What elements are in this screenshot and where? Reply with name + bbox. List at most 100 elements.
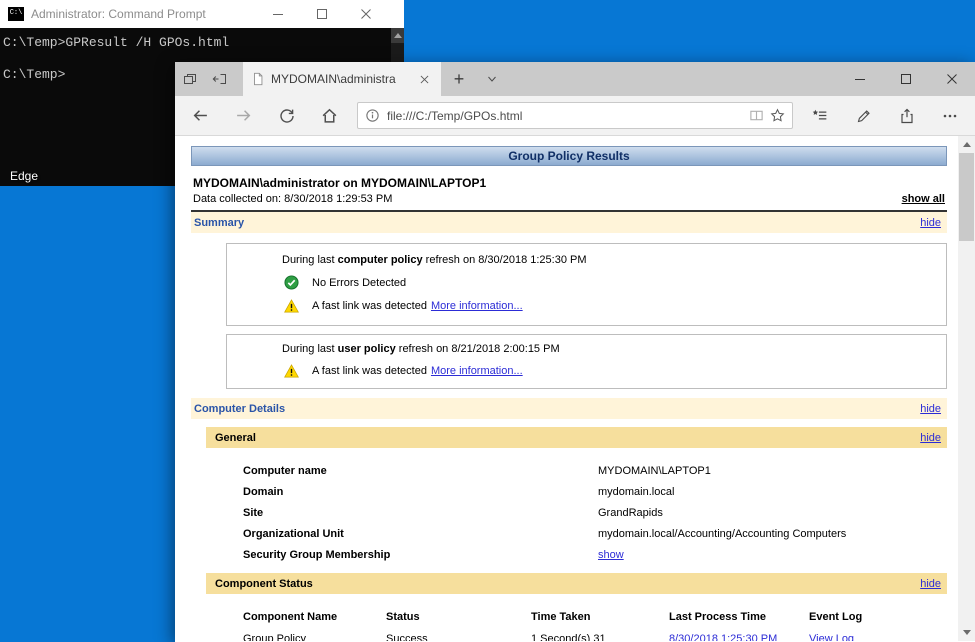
tab-bar: MYDOMAIN\administra + bbox=[175, 62, 975, 96]
more-information-link[interactable]: More information... bbox=[431, 365, 523, 377]
row-value: GrandRapids bbox=[598, 507, 663, 519]
row-value: mydomain.local bbox=[598, 486, 674, 498]
refresh-text-prefix: During last bbox=[282, 254, 338, 266]
refresh-text-bold: user policy bbox=[338, 343, 396, 355]
component-status-label: Component Status bbox=[215, 578, 313, 590]
reading-view-icon bbox=[749, 108, 764, 123]
hub-icon bbox=[812, 107, 829, 124]
refresh-text-suffix: refresh on 8/30/2018 1:25:30 PM bbox=[423, 254, 587, 266]
cmd-close-button[interactable] bbox=[344, 0, 388, 28]
new-tab-button[interactable]: + bbox=[441, 62, 477, 96]
data-collected-text: Data collected on: 8/30/2018 1:29:53 PM bbox=[193, 193, 392, 205]
column-header: Status bbox=[386, 611, 531, 623]
row-label: Security Group Membership bbox=[191, 549, 598, 561]
pen-icon bbox=[856, 108, 872, 124]
column-header: Component Name bbox=[243, 611, 386, 623]
refresh-button[interactable] bbox=[265, 96, 308, 136]
maximize-icon bbox=[316, 8, 328, 20]
report-meta-row: Data collected on: 8/30/2018 1:29:53 PM … bbox=[191, 190, 947, 212]
status-text: A fast link was detected bbox=[312, 365, 427, 377]
status-row-fast-link: A fast link was detected More informatio… bbox=[284, 364, 946, 378]
cmd-maximize-button[interactable] bbox=[300, 0, 344, 28]
cmd-titlebar[interactable]: C:\ Administrator: Command Prompt bbox=[0, 0, 404, 28]
tab-preview-button[interactable] bbox=[175, 62, 205, 96]
refresh-text-suffix: refresh on 8/21/2018 2:00:15 PM bbox=[396, 343, 560, 355]
general-subsection-header[interactable]: General hide bbox=[206, 427, 947, 448]
back-button[interactable] bbox=[179, 96, 222, 136]
minimize-icon bbox=[854, 73, 866, 85]
tab-close-button[interactable] bbox=[415, 70, 433, 88]
more-information-link[interactable]: More information... bbox=[431, 300, 523, 312]
up-arrow-icon bbox=[394, 33, 402, 38]
address-bar[interactable]: file:///C:/Temp/GPOs.html bbox=[357, 102, 793, 129]
scroll-down-button[interactable] bbox=[958, 624, 975, 641]
info-icon bbox=[365, 108, 380, 123]
address-url[interactable]: file:///C:/Temp/GPOs.html bbox=[387, 109, 743, 123]
refresh-icon bbox=[279, 108, 295, 124]
security-group-show-link[interactable]: show bbox=[598, 549, 624, 561]
set-tabs-aside-button[interactable] bbox=[205, 62, 235, 96]
table-row: Domain mydomain.local bbox=[191, 481, 947, 502]
home-button[interactable] bbox=[308, 96, 351, 136]
tab-preview-icon bbox=[182, 71, 198, 87]
edge-maximize-button[interactable] bbox=[883, 62, 929, 96]
more-button[interactable] bbox=[928, 96, 971, 136]
column-header: Time Taken bbox=[531, 611, 669, 623]
share-icon bbox=[899, 108, 915, 124]
edge-browser-window: MYDOMAIN\administra + bbox=[175, 62, 975, 642]
edge-minimize-button[interactable] bbox=[837, 62, 883, 96]
edge-close-button[interactable] bbox=[929, 62, 975, 96]
status-row-no-errors: No Errors Detected bbox=[284, 275, 946, 290]
content-scrollbar[interactable] bbox=[958, 136, 975, 641]
component-status-hide-link[interactable]: hide bbox=[920, 578, 941, 590]
row-value: MYDOMAIN\LAPTOP1 bbox=[598, 465, 711, 477]
scroll-up-button[interactable] bbox=[958, 136, 975, 153]
reading-view-button[interactable] bbox=[749, 108, 764, 123]
home-icon bbox=[321, 107, 338, 124]
general-table: Computer name MYDOMAIN\LAPTOP1 Domain my… bbox=[191, 448, 947, 573]
row-label: Domain bbox=[191, 486, 598, 498]
scrollbar-thumb[interactable] bbox=[959, 153, 974, 241]
desktop-shortcut-edge-label[interactable]: Edge bbox=[10, 169, 38, 183]
status-cell: Success bbox=[386, 633, 531, 641]
tab-list-chevron-button[interactable] bbox=[477, 62, 507, 96]
table-row: Computer name MYDOMAIN\LAPTOP1 bbox=[191, 460, 947, 481]
summary-section-header[interactable]: Summary hide bbox=[191, 212, 947, 233]
general-label: General bbox=[215, 432, 256, 444]
computer-details-hide-link[interactable]: hide bbox=[920, 403, 941, 415]
web-note-button[interactable] bbox=[842, 96, 885, 136]
close-icon bbox=[946, 73, 958, 85]
table-row: Security Group Membership show bbox=[191, 544, 947, 565]
back-arrow-icon bbox=[192, 107, 209, 124]
close-icon bbox=[420, 75, 429, 84]
computer-policy-refresh-text: During last computer policy refresh on 8… bbox=[282, 254, 946, 266]
minimize-icon bbox=[272, 8, 284, 20]
summary-section-label: Summary bbox=[194, 217, 244, 229]
forward-button[interactable] bbox=[222, 96, 265, 136]
refresh-text-bold: computer policy bbox=[338, 254, 423, 266]
edge-window-controls bbox=[837, 62, 975, 96]
tab-title: MYDOMAIN\administra bbox=[271, 72, 409, 86]
computer-details-section-header[interactable]: Computer Details hide bbox=[191, 398, 947, 419]
browser-content: Group Policy Results MYDOMAIN\administra… bbox=[175, 136, 975, 641]
status-text: A fast link was detected bbox=[312, 300, 427, 312]
view-log-link[interactable]: View Log bbox=[809, 633, 854, 641]
browser-tab[interactable]: MYDOMAIN\administra bbox=[243, 62, 441, 96]
component-status-subsection-header[interactable]: Component Status hide bbox=[206, 573, 947, 594]
column-header: Last Process Time bbox=[669, 611, 809, 623]
cmd-scroll-up-button[interactable] bbox=[391, 28, 404, 43]
show-all-link[interactable]: show all bbox=[902, 193, 945, 205]
hub-button[interactable] bbox=[799, 96, 842, 136]
summary-hide-link[interactable]: hide bbox=[920, 217, 941, 229]
add-favorite-button[interactable] bbox=[770, 108, 785, 123]
gp-results-report: Group Policy Results MYDOMAIN\administra… bbox=[191, 146, 947, 641]
table-row: Site GrandRapids bbox=[191, 502, 947, 523]
last-process-time-link[interactable]: 8/30/2018 1:25:30 PM bbox=[669, 633, 777, 641]
warning-icon bbox=[284, 299, 299, 313]
share-button[interactable] bbox=[885, 96, 928, 136]
row-value: mydomain.local/Accounting/Accounting Com… bbox=[598, 528, 846, 540]
navigation-bar: file:///C:/Temp/GPOs.html bbox=[175, 96, 975, 136]
cmd-minimize-button[interactable] bbox=[256, 0, 300, 28]
console-line-command: C:\Temp>GPResult /H GPOs.html bbox=[3, 35, 388, 51]
general-hide-link[interactable]: hide bbox=[920, 432, 941, 444]
